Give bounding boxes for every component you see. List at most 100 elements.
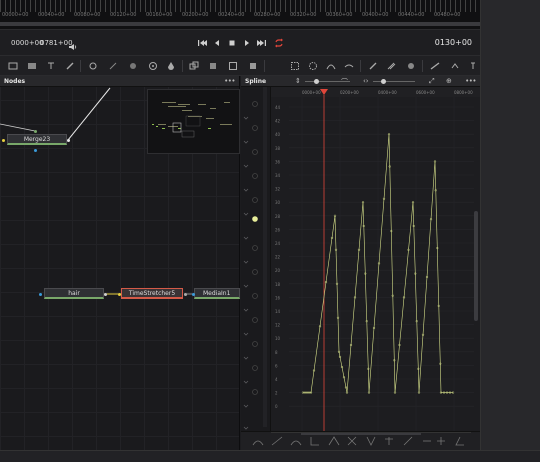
toolbar-separator [422, 60, 423, 72]
viewer-icon[interactable] [8, 61, 18, 71]
y-axis-label: 28 [275, 214, 281, 219]
play-button[interactable] [241, 37, 253, 49]
y-axis-label: 32 [275, 187, 281, 192]
toolbar-separator [264, 60, 265, 72]
shape-icon[interactable] [430, 61, 440, 71]
spline-tree-icons [243, 87, 267, 430]
spline-curve-tools [241, 431, 480, 450]
timeline-range-bar[interactable] [0, 22, 480, 26]
spline-graph[interactable]: 44 42 40 38 36 34 32 30 28 26 24 22 20 18 16 14 12 10 8 6 4 2… [271, 87, 480, 439]
keyer-icon[interactable] [406, 61, 416, 71]
right-panel-edge [480, 0, 540, 462]
ruler-label: 00440+00 [398, 12, 425, 18]
spline-panel[interactable]: Spline ⇕ ⌒ ‹› ⤢ ⊕ ••• 44 42 40 38 36 34 … [241, 76, 480, 450]
timestretcher-input-pin[interactable] [118, 293, 121, 296]
node-label: Merge23 [23, 136, 51, 143]
y-axis-label: 14 [275, 309, 281, 314]
y-axis-label: 40 [275, 132, 281, 137]
mediain-mask-pin[interactable] [192, 293, 195, 296]
x-axis-label: 0200+00 [340, 90, 359, 95]
polygon-icon[interactable] [308, 61, 318, 71]
x-axis-label: 0800+00 [454, 90, 473, 95]
spline-curve-canvas[interactable]: 4442403836343230282624222018161412108642… [271, 87, 480, 431]
curve-shape-icon[interactable]: ⌒ [341, 77, 348, 87]
merge-foreground-pin[interactable] [34, 130, 37, 133]
background-icon[interactable] [88, 61, 98, 71]
timeline-ruler[interactable]: 00000+00 00040+00 00080+00 00120+00 0016… [0, 0, 480, 30]
tool-options-icon[interactable] [468, 61, 478, 71]
y-axis-label: 42 [275, 119, 281, 124]
graph-v-scrollbar[interactable] [474, 211, 478, 321]
spline-menu-button[interactable]: ••• [465, 77, 476, 85]
tracker-icon[interactable] [368, 61, 378, 71]
loop-button[interactable] [273, 37, 285, 49]
ruler-label: 00120+00 [110, 12, 137, 18]
curve-tool-icons[interactable] [241, 432, 480, 451]
merge-input-pin[interactable] [2, 139, 5, 142]
pen-icon[interactable] [344, 61, 354, 71]
ruler-label: 00400+00 [362, 12, 389, 18]
x-axis-label: 0000+00 [302, 90, 321, 95]
merge-icon[interactable] [189, 61, 199, 71]
more-icon[interactable] [450, 61, 460, 71]
zoom-y-slider[interactable] [373, 81, 415, 82]
ruler-label: 00240+00 [218, 12, 245, 18]
blur-icon[interactable] [128, 61, 138, 71]
brush-icon[interactable] [108, 61, 118, 71]
zoom-y-knob[interactable] [381, 79, 386, 84]
ruler-label: 00160+00 [146, 12, 173, 18]
ruler-label: 00040+00 [38, 12, 65, 18]
node-hair[interactable]: hair [44, 288, 104, 299]
y-axis-label: 34 [275, 173, 281, 178]
transform-icon[interactable] [228, 61, 238, 71]
ellipse-icon[interactable] [290, 61, 300, 71]
transport-bar: 0000+00 0781+00 0130+00 [0, 30, 480, 56]
y-axis-label: 22 [275, 255, 281, 260]
skip-to-start-button[interactable] [196, 37, 208, 49]
particle-icon[interactable] [386, 61, 396, 71]
ruler-labels: 00000+00 00040+00 00080+00 00120+00 0016… [0, 12, 480, 22]
spline-tree[interactable] [241, 87, 271, 439]
node-label: hair [68, 290, 80, 297]
tool-bar [0, 56, 480, 76]
expand-icon[interactable]: ⤢ [429, 77, 435, 86]
spline-panel-title: Spline [245, 78, 267, 85]
paint-icon[interactable] [65, 61, 75, 71]
timestretcher-output-pin[interactable] [184, 293, 187, 296]
color-corrector-icon[interactable] [148, 61, 158, 71]
y-axis-label: 44 [275, 105, 281, 110]
nodes-panel[interactable]: Nodes ••• Merge23 hair TimeStretcher5 Me… [0, 76, 240, 450]
skip-to-end-button[interactable] [256, 37, 268, 49]
layer-icon[interactable] [208, 61, 218, 71]
current-timecode[interactable]: 0130+00 [435, 38, 472, 47]
clip-icon[interactable] [27, 61, 37, 71]
node-label: TimeStretcher5 [128, 290, 176, 297]
zoom-fit-icon[interactable]: ‹› [363, 77, 369, 85]
merge-mask-pin[interactable] [34, 149, 37, 152]
timecode-in[interactable]: 0000+00 [11, 39, 44, 47]
spline-panel-header: Spline ⇕ ⌒ ‹› ⤢ ⊕ ••• [241, 76, 480, 87]
volume-icon[interactable] [68, 37, 78, 50]
rectangle-icon[interactable] [248, 61, 258, 71]
bspline-icon[interactable] [326, 61, 336, 71]
status-bar [0, 450, 540, 462]
node-merge23[interactable]: Merge23 [7, 134, 67, 145]
stop-button[interactable] [226, 37, 238, 49]
node-timestretcher5[interactable]: TimeStretcher5 [121, 288, 183, 299]
drop-icon[interactable] [166, 61, 176, 71]
toolbar-separator [182, 60, 183, 72]
step-back-button[interactable] [211, 37, 223, 49]
y-axis-label: 12 [275, 323, 281, 328]
ruler-label: 00320+00 [290, 12, 317, 18]
node-mediain1[interactable]: MediaIn1 [194, 288, 240, 299]
zoom-x-knob[interactable] [314, 79, 319, 84]
sort-icon[interactable]: ⇕ [295, 77, 301, 85]
y-axis-label: 26 [275, 227, 281, 232]
zoom-icon[interactable]: ⊕ [446, 77, 452, 85]
merge-output-pin[interactable] [67, 139, 70, 142]
y-axis-label: 38 [275, 146, 281, 151]
ruler-label: 00200+00 [182, 12, 209, 18]
hair-output-pin[interactable] [104, 293, 107, 296]
text-icon[interactable] [46, 61, 56, 71]
hair-mask-pin[interactable] [39, 293, 42, 296]
